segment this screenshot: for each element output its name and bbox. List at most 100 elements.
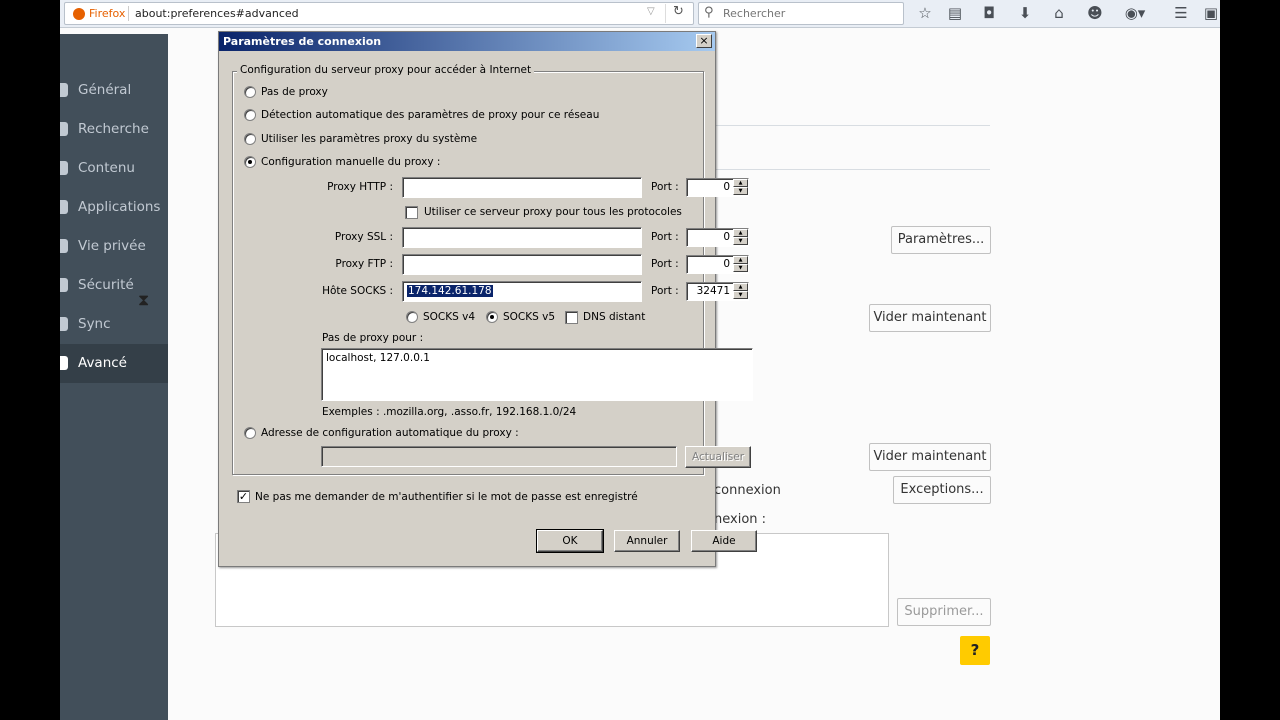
sidebar-item-general[interactable]: Général [60,71,168,110]
spin-arrows-icon[interactable]: ▲ ▼ [733,283,748,300]
socks-v4-radio[interactable] [406,311,418,323]
ftp-port-stepper[interactable]: 0 ▲ ▼ [686,255,749,274]
system-proxy-radio[interactable] [244,133,256,145]
applications-icon [60,200,68,214]
spin-arrows-icon[interactable]: ▲ ▼ [733,179,748,196]
ssl-port-value: 0 [723,231,730,243]
url-separator [128,6,129,21]
socks-v5-radio[interactable] [486,311,498,323]
socks-port-stepper[interactable]: 32471 ▲ ▼ [686,282,749,301]
exceptions-button[interactable]: Exceptions... [893,476,991,504]
auto-url-label[interactable]: Adresse de configuration automatique du … [261,427,519,439]
spin-arrows-icon[interactable]: ▲ ▼ [733,256,748,273]
auto-url-radio[interactable] [244,427,256,439]
no-proxy-for-textarea[interactable]: localhost, 127.0.0.1 [321,348,753,401]
no-proxy-radio[interactable] [244,86,256,98]
offline-text: connexion [714,483,781,498]
ftp-port-value: 0 [723,258,730,270]
remote-dns-label[interactable]: DNS distant [583,311,645,323]
remove-button: Supprimer... [897,598,991,626]
auto-detect-label[interactable]: Détection automatique des paramètres de … [261,109,599,121]
search-icon: ⚲ [704,5,714,20]
no-proxy-examples: Exemples : .mozilla.org, .asso.fr, 192.1… [322,406,577,418]
hello-icon[interactable]: ☻ [1084,3,1106,23]
sidebar-item-label: Contenu [78,160,135,176]
reload-icon[interactable]: ↻ [665,4,691,23]
socks-v5-label[interactable]: SOCKS v5 [503,311,555,323]
ftp-proxy-label: Proxy FTP : [335,258,393,270]
connection-settings-button[interactable]: Paramètres... [891,226,991,254]
pocket-icon[interactable]: ◘ [978,3,1000,23]
ssl-port-stepper[interactable]: 0 ▲ ▼ [686,228,749,247]
sidebar-item-label: Applications [78,199,161,215]
system-proxy-label[interactable]: Utiliser les paramètres proxy du système [261,133,477,145]
section-divider [700,125,990,126]
sync-icon [60,317,68,331]
search-bar[interactable]: ⚲ [698,2,904,25]
no-auth-prompt-checkbox[interactable]: ✓ [237,490,250,503]
ssl-port-label: Port : [651,231,679,243]
help-button[interactable]: ? [960,636,990,665]
reading-list-icon[interactable]: ▤ [944,3,966,23]
dialog-title: Paramètres de connexion [223,35,382,48]
use-for-all-checkbox[interactable] [405,206,418,219]
url-text[interactable]: about:preferences#advanced [135,7,299,20]
socks-port-label: Port : [651,285,679,297]
history-dropdown-icon[interactable]: ▽ [647,6,655,17]
download-icon[interactable]: ⬇ [1014,3,1036,23]
home-icon[interactable]: ⌂ [1048,3,1070,23]
socks-port-value: 32471 [696,285,730,297]
http-port-value: 0 [723,181,730,193]
dialog-titlebar[interactable]: Paramètres de connexion × [219,32,715,51]
cancel-button[interactable]: Annuler [614,530,680,552]
firefox-window: Firefox about:preferences#advanced ▽ ↻ ⚲… [60,0,1220,720]
ssl-proxy-input[interactable] [402,227,642,248]
sidebar-item-advanced[interactable]: Avancé [60,344,168,383]
sidebar-item-sync[interactable]: Sync [60,305,168,344]
ftp-port-label: Port : [651,258,679,270]
ok-button[interactable]: OK [536,529,604,553]
adblock-icon[interactable]: ◉▾ [1120,3,1150,23]
spin-arrows-icon[interactable]: ▲ ▼ [733,229,748,246]
sidebar-item-search[interactable]: Recherche [60,110,168,149]
remote-dns-checkbox[interactable] [565,311,578,324]
page-icon[interactable]: ▣ [1200,3,1220,23]
search-input[interactable] [721,5,899,22]
close-icon[interactable]: × [696,34,712,48]
http-port-stepper[interactable]: 0 ▲ ▼ [686,178,749,197]
auto-url-input [321,446,677,467]
auto-detect-radio[interactable] [244,109,256,121]
sidebar-item-privacy[interactable]: Vie privée [60,227,168,266]
sidebar-item-content[interactable]: Contenu [60,149,168,188]
sidebar-item-label: Vie privée [78,238,146,254]
help-button[interactable]: Aide [691,530,757,552]
socks-v4-label[interactable]: SOCKS v4 [423,311,475,323]
no-proxy-label[interactable]: Pas de proxy [261,86,328,98]
http-port-label: Port : [651,181,679,193]
security-icon [60,278,68,292]
no-auth-prompt-label[interactable]: Ne pas me demander de m'authentifier si … [255,491,638,503]
use-for-all-label[interactable]: Utiliser ce serveur proxy pour tous les … [424,206,682,218]
sidebar-item-label: Recherche [78,121,149,137]
http-proxy-label: Proxy HTTP : [327,181,393,193]
socks-host-input[interactable]: 174.142.61.178 [402,281,642,302]
sidebar-item-label: Général [78,82,132,98]
url-bar[interactable]: Firefox about:preferences#advanced ▽ ↻ [64,2,694,25]
hourglass-cursor-icon: ⧗ [138,290,150,309]
search-icon [60,122,68,136]
ftp-proxy-input[interactable] [402,254,642,275]
preferences-sidebar: Général Recherche Contenu Applications V… [60,34,168,720]
identity-label[interactable]: Firefox [89,7,125,20]
manual-proxy-radio[interactable] [244,156,256,168]
sidebar-item-label: Sécurité [78,277,134,293]
manual-proxy-label[interactable]: Configuration manuelle du proxy : [261,156,440,168]
http-proxy-input[interactable] [402,177,642,198]
clear-offline-button[interactable]: Vider maintenant [869,443,991,471]
sidebar-item-applications[interactable]: Applications [60,188,168,227]
clear-cache-button[interactable]: Vider maintenant [869,304,991,332]
sidebar-item-label: Avancé [78,355,127,371]
menu-icon[interactable]: ☰ [1170,3,1192,23]
proxy-group-label: Configuration du serveur proxy pour accé… [237,64,535,76]
bookmark-star-icon[interactable]: ☆ [914,3,936,23]
sidebar-item-security[interactable]: Sécurité [60,266,168,305]
